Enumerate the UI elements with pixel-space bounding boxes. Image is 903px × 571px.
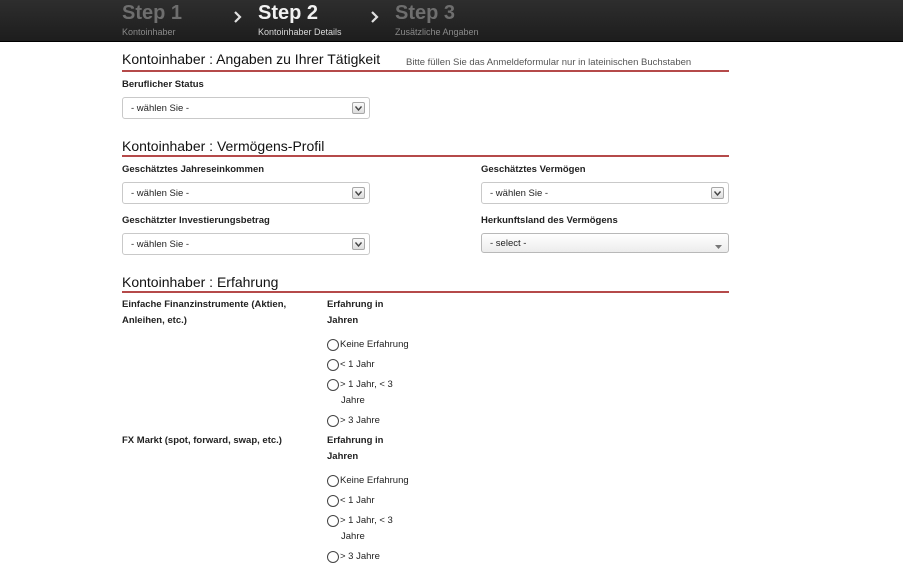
latin-letters-hint: Bitte füllen Sie das Anmeldeformular nur… <box>406 57 692 68</box>
step-1-title: Step 1 <box>122 2 183 24</box>
chevron-right-icon <box>370 10 379 26</box>
section-title-activity: Kontoinhaber : Angaben zu Ihrer Tätigkei… <box>122 51 381 67</box>
radio-option-less-1-year[interactable]: < 1 Jahr <box>327 357 375 374</box>
fx-market-label: FX Markt (spot, forward, swap, etc.) <box>122 435 282 446</box>
estimated-assets-label: Geschätztes Vermögen <box>481 164 586 175</box>
professional-status-select[interactable]: - wählen Sie - <box>122 97 370 119</box>
radio-option-more-3-years[interactable]: > 3 Jahre <box>327 413 380 430</box>
radio-label-continuation: Jahre <box>341 395 365 406</box>
radio-label: > 3 Jahre <box>340 415 380 426</box>
chevron-right-icon <box>233 10 242 26</box>
radio-button[interactable] <box>327 379 339 391</box>
step-1-subtitle: Kontoinhaber <box>122 27 176 37</box>
radio-label: > 1 Jahr, < 3 <box>340 515 393 526</box>
professional-status-label: Beruflicher Status <box>122 79 204 90</box>
radio-button[interactable] <box>327 495 339 507</box>
radio-button[interactable] <box>327 339 339 351</box>
radio-button[interactable] <box>327 515 339 527</box>
chevron-down-icon[interactable] <box>352 238 365 250</box>
investment-amount-select[interactable]: - wählen Sie - <box>122 233 370 255</box>
investment-amount-value: - wählen Sie - <box>131 239 190 250</box>
radio-button[interactable] <box>327 475 339 487</box>
simple-instruments-label-line1: Einfache Finanzinstrumente (Aktien, <box>122 299 287 310</box>
annual-income-select[interactable]: - wählen Sie - <box>122 182 370 204</box>
radio-button[interactable] <box>327 551 339 563</box>
estimated-assets-select[interactable]: - wählen Sie - <box>481 182 729 204</box>
experience-years-label-line1: Erfahrung in <box>327 435 384 446</box>
professional-status-value: - wählen Sie - <box>131 103 190 114</box>
radio-button[interactable] <box>327 359 339 371</box>
radio-option-less-1-year[interactable]: < 1 Jahr <box>327 493 375 510</box>
chevron-down-icon[interactable] <box>352 102 365 114</box>
radio-option-1-to-3-years[interactable]: > 1 Jahr, < 3 <box>327 377 393 394</box>
asset-origin-country-value: - select - <box>490 238 527 249</box>
section-title-experience: Kontoinhaber : Erfahrung <box>122 274 279 290</box>
radio-label: Keine Erfahrung <box>340 339 409 350</box>
step-1: Step 1 Kontoinhaber <box>122 0 182 38</box>
experience-years-label-line2: Jahren <box>327 315 359 326</box>
radio-label: > 1 Jahr, < 3 <box>340 379 393 390</box>
radio-button[interactable] <box>327 415 339 427</box>
radio-label: Keine Erfahrung <box>340 475 409 486</box>
annual-income-value: - wählen Sie - <box>131 188 190 199</box>
step-3-title: Step 3 <box>395 2 456 24</box>
experience-years-label-line1: Erfahrung in <box>327 299 384 310</box>
radio-label-continuation: Jahre <box>341 531 365 542</box>
caret-down-icon <box>715 241 722 252</box>
step-3-subtitle: Zusätzliche Angaben <box>395 27 479 37</box>
step-2-title: Step 2 <box>258 2 319 24</box>
simple-instruments-label-line2: Anleihen, etc.) <box>122 315 187 326</box>
section-divider <box>122 155 729 157</box>
radio-label: < 1 Jahr <box>340 495 375 506</box>
section-divider <box>122 70 729 72</box>
radio-option-1-to-3-years[interactable]: > 1 Jahr, < 3 <box>327 513 393 530</box>
step-3: Step 3 Zusätzliche Angaben <box>395 0 479 38</box>
step-2: Step 2 Kontoinhaber Details <box>258 0 342 38</box>
annual-income-label: Geschätztes Jahreseinkommen <box>122 164 265 175</box>
step-2-subtitle: Kontoinhaber Details <box>258 27 342 37</box>
chevron-down-icon[interactable] <box>711 187 724 199</box>
radio-label: < 1 Jahr <box>340 359 375 370</box>
investment-amount-label: Geschätzter Investierungsbetrag <box>122 215 270 226</box>
radio-label: > 3 Jahre <box>340 551 380 562</box>
asset-origin-country-select[interactable]: - select - <box>481 233 729 253</box>
radio-option-no-experience[interactable]: Keine Erfahrung <box>327 337 409 354</box>
section-title-assets: Kontoinhaber : Vermögens-Profil <box>122 138 325 154</box>
radio-option-no-experience[interactable]: Keine Erfahrung <box>327 473 409 490</box>
step-progress-bar: Step 1 Kontoinhaber Step 2 Kontoinhaber … <box>0 0 903 42</box>
chevron-down-icon[interactable] <box>352 187 365 199</box>
section-divider <box>122 291 729 293</box>
radio-option-more-3-years[interactable]: > 3 Jahre <box>327 549 380 566</box>
estimated-assets-value: - wählen Sie - <box>490 188 549 199</box>
asset-origin-country-label: Herkunftsland des Vermögens <box>481 215 618 226</box>
experience-years-label-line2: Jahren <box>327 451 359 462</box>
